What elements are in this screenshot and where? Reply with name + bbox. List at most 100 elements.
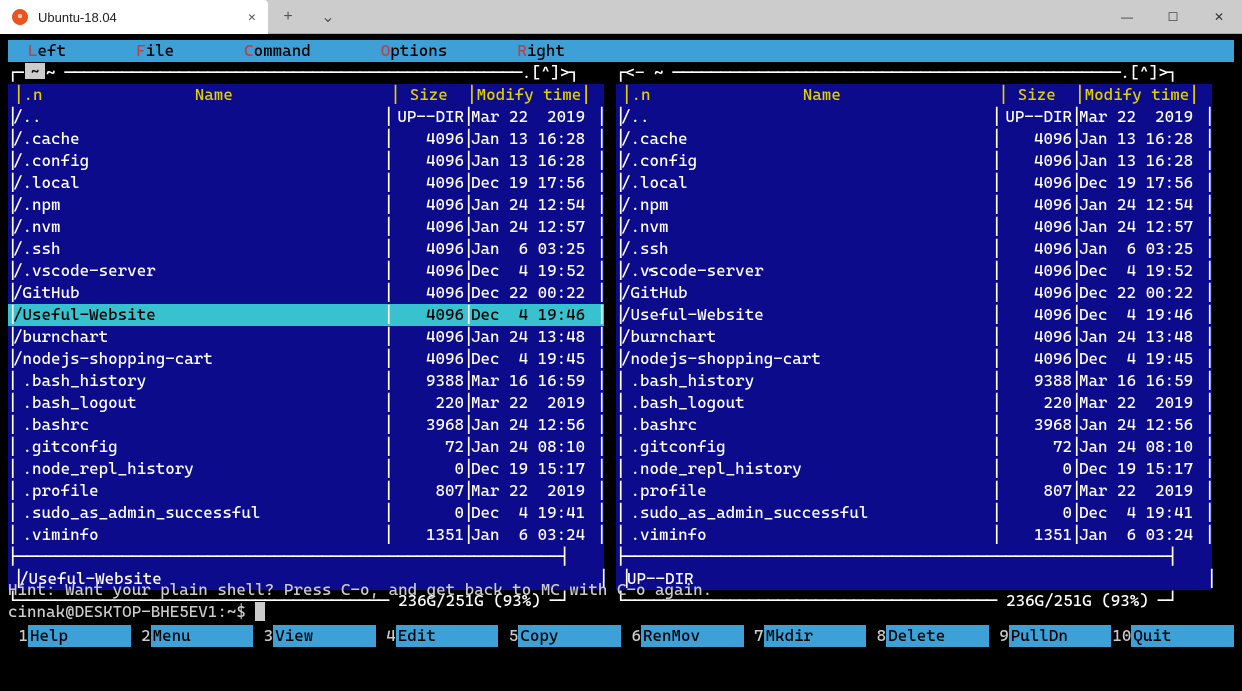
fkey-label: Copy bbox=[518, 625, 621, 647]
file-name: .bash_history bbox=[621, 370, 992, 392]
fkey-menu[interactable]: 2Menu bbox=[131, 625, 254, 647]
list-item[interactable]: │/.ssh│4096│Jan 6 03:25│ bbox=[616, 238, 1212, 260]
file-size: 0 bbox=[997, 458, 1072, 480]
tab-dropdown-icon[interactable]: ⌄ bbox=[308, 0, 348, 33]
file-mtime: Jan 24 12:56 bbox=[1077, 414, 1205, 436]
file-mtime: Jan 24 12:54 bbox=[1077, 194, 1205, 216]
file-name: .node_repl_history bbox=[621, 458, 992, 480]
fkey-pulldn[interactable]: 9PullDn bbox=[989, 625, 1112, 647]
list-item[interactable]: │ .profile│807│Mar 22 2019│ bbox=[616, 480, 1212, 502]
list-item[interactable]: │ .bash_history│9388│Mar 16 16:59│ bbox=[8, 370, 604, 392]
list-item[interactable]: │ .viminfo│1351│Jan 6 03:24│ bbox=[616, 524, 1212, 546]
list-item[interactable]: │/.vscode-server│4096│Dec 4 19:52│ bbox=[8, 260, 604, 282]
list-item[interactable]: │ .bash_logout│220│Mar 22 2019│ bbox=[616, 392, 1212, 414]
terminal[interactable]: Left File Command Options Right ~ ┌── ~ … bbox=[0, 34, 1242, 691]
list-item[interactable]: │/.nvm│4096│Jan 24 12:57│ bbox=[8, 216, 604, 238]
list-item[interactable]: │/.local│4096│Dec 19 17:56│ bbox=[8, 172, 604, 194]
close-window-button[interactable]: ✕ bbox=[1196, 0, 1242, 34]
left-panel-cwd-button[interactable]: ~ bbox=[24, 62, 46, 80]
list-item[interactable]: │/..│UP--DIR│Mar 22 2019│ bbox=[616, 106, 1212, 128]
list-item[interactable]: │/.npm│4096│Jan 24 12:54│ bbox=[8, 194, 604, 216]
file-name: /.vscode-server bbox=[621, 260, 992, 282]
fkey-renmov[interactable]: 6RenMov bbox=[621, 625, 744, 647]
list-item[interactable]: │ .bash_history│9388│Mar 16 16:59│ bbox=[616, 370, 1212, 392]
file-name: .bash_logout bbox=[13, 392, 384, 414]
file-mtime: Jan 6 03:24 bbox=[469, 524, 597, 546]
menu-right[interactable]: Right bbox=[517, 40, 565, 62]
list-item[interactable]: │/Useful-Website│4096│Dec 4 19:46│ bbox=[616, 304, 1212, 326]
menu-file[interactable]: File bbox=[136, 40, 174, 62]
menu-command[interactable]: Command bbox=[244, 40, 311, 62]
fkey-mkdir[interactable]: 7Mkdir bbox=[744, 625, 867, 647]
file-size: UP--DIR bbox=[389, 106, 464, 128]
list-item[interactable]: │/burnchart│4096│Jan 24 13:48│ bbox=[8, 326, 604, 348]
menu-left[interactable]: Left bbox=[28, 40, 66, 62]
minimize-button[interactable]: — bbox=[1104, 0, 1150, 34]
list-item[interactable]: │ .viminfo│1351│Jan 6 03:24│ bbox=[8, 524, 604, 546]
file-mtime: Mar 22 2019 bbox=[1077, 106, 1205, 128]
fkey-view[interactable]: 3View bbox=[253, 625, 376, 647]
list-item[interactable]: │/.vscode-server│4096│Dec 4 19:52│ bbox=[616, 260, 1212, 282]
list-item[interactable]: │/GitHub│4096│Dec 22 00:22│ bbox=[8, 282, 604, 304]
titlebar: ◉ Ubuntu-18.04 ✕ + ⌄ — ☐ ✕ bbox=[0, 0, 1242, 34]
list-item[interactable]: │/nodejs-shopping-cart│4096│Dec 4 19:45│ bbox=[616, 348, 1212, 370]
list-item[interactable]: │/burnchart│4096│Jan 24 13:48│ bbox=[616, 326, 1212, 348]
file-name: .bash_history bbox=[13, 370, 384, 392]
tab-ubuntu[interactable]: ◉ Ubuntu-18.04 ✕ bbox=[0, 0, 268, 34]
fkey-label: Edit bbox=[396, 625, 499, 647]
list-item[interactable]: │ .gitconfig│72│Jan 24 08:10│ bbox=[616, 436, 1212, 458]
list-item[interactable]: │ .bashrc│3968│Jan 24 12:56│ bbox=[8, 414, 604, 436]
ubuntu-icon: ◉ bbox=[12, 9, 28, 25]
file-size: 807 bbox=[997, 480, 1072, 502]
file-name: .profile bbox=[621, 480, 992, 502]
file-size: 4096 bbox=[389, 238, 464, 260]
list-item[interactable]: │/.local│4096│Dec 19 17:56│ bbox=[616, 172, 1212, 194]
list-item[interactable]: │/.config│4096│Jan 13 16:28│ bbox=[616, 150, 1212, 172]
fkey-help[interactable]: 1Help bbox=[8, 625, 131, 647]
left-panel[interactable]: ┌── ~ ──────────────────────────────────… bbox=[8, 62, 604, 578]
fkey-number: 5 bbox=[498, 625, 518, 647]
fkey-number: 10 bbox=[1111, 625, 1131, 647]
list-item[interactable]: │/nodejs-shopping-cart│4096│Dec 4 19:45│ bbox=[8, 348, 604, 370]
file-mtime: Dec 19 17:56 bbox=[1077, 172, 1205, 194]
menu-options[interactable]: Options bbox=[381, 40, 448, 62]
list-item[interactable]: │ .bashrc│3968│Jan 24 12:56│ bbox=[616, 414, 1212, 436]
maximize-button[interactable]: ☐ bbox=[1150, 0, 1196, 34]
list-item[interactable]: │/.config│4096│Jan 13 16:28│ bbox=[8, 150, 604, 172]
list-item[interactable]: │/.nvm│4096│Jan 24 12:57│ bbox=[616, 216, 1212, 238]
fkey-bar: 1Help2Menu3View4Edit5Copy6RenMov7Mkdir8D… bbox=[8, 625, 1234, 647]
list-item[interactable]: │ .profile│807│Mar 22 2019│ bbox=[8, 480, 604, 502]
file-size: 4096 bbox=[997, 172, 1072, 194]
fkey-number: 3 bbox=[253, 625, 273, 647]
new-tab-button[interactable]: + bbox=[268, 0, 308, 33]
list-item[interactable]: │ .sudo_as_admin_successful│0│Dec 4 19:4… bbox=[8, 502, 604, 524]
file-mtime: Jan 13 16:28 bbox=[1077, 150, 1205, 172]
list-item[interactable]: │ .sudo_as_admin_successful│0│Dec 4 19:4… bbox=[616, 502, 1212, 524]
file-name: /.local bbox=[621, 172, 992, 194]
list-item[interactable]: │/.npm│4096│Jan 24 12:54│ bbox=[616, 194, 1212, 216]
list-item[interactable]: │ .node_repl_history│0│Dec 19 15:17│ bbox=[616, 458, 1212, 480]
list-item[interactable]: │/GitHub│4096│Dec 22 00:22│ bbox=[616, 282, 1212, 304]
file-mtime: Mar 22 2019 bbox=[1077, 480, 1205, 502]
fkey-copy[interactable]: 5Copy bbox=[498, 625, 621, 647]
fkey-edit[interactable]: 4Edit bbox=[376, 625, 499, 647]
list-item[interactable]: │/..│UP--DIR│Mar 22 2019│ bbox=[8, 106, 604, 128]
close-tab-icon[interactable]: ✕ bbox=[248, 10, 260, 25]
panel-top-border: ┌<- ~ ──────────────────────────────────… bbox=[616, 62, 1212, 84]
file-mtime: Dec 22 00:22 bbox=[469, 282, 597, 304]
list-item[interactable]: │/.cache│4096│Jan 13 16:28│ bbox=[8, 128, 604, 150]
list-item[interactable]: │/.ssh│4096│Jan 6 03:25│ bbox=[8, 238, 604, 260]
panel-header: │.n Name │ Size │Modify time│ bbox=[616, 84, 1212, 106]
file-name: /.ssh bbox=[13, 238, 384, 260]
list-item[interactable]: │ .node_repl_history│0│Dec 19 15:17│ bbox=[8, 458, 604, 480]
fkey-quit[interactable]: 10Quit bbox=[1111, 625, 1234, 647]
file-mtime: Mar 22 2019 bbox=[469, 480, 597, 502]
list-item[interactable]: │ .bash_logout│220│Mar 22 2019│ bbox=[8, 392, 604, 414]
file-size: 3968 bbox=[389, 414, 464, 436]
list-item[interactable]: │/Useful-Website│4096│Dec 4 19:46│ bbox=[8, 304, 604, 326]
fkey-delete[interactable]: 8Delete bbox=[866, 625, 989, 647]
right-panel[interactable]: ┌<- ~ ──────────────────────────────────… bbox=[616, 62, 1212, 578]
fkey-number: 7 bbox=[744, 625, 764, 647]
list-item[interactable]: │/.cache│4096│Jan 13 16:28│ bbox=[616, 128, 1212, 150]
list-item[interactable]: │ .gitconfig│72│Jan 24 08:10│ bbox=[8, 436, 604, 458]
